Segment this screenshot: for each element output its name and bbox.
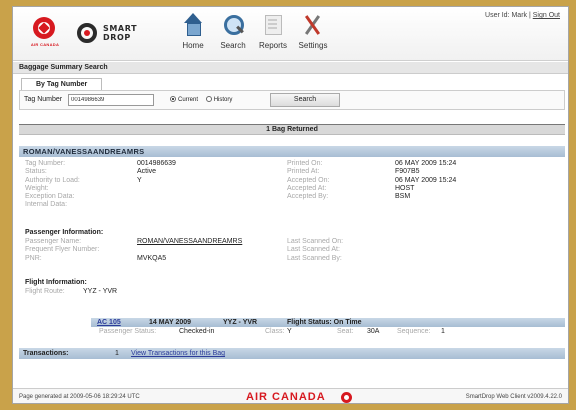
- reports-icon: [261, 13, 285, 37]
- passenger-name-link[interactable]: ROMAN/VANESSAANDREAMRS: [137, 238, 242, 246]
- sign-out-link[interactable]: Sign Out: [533, 12, 560, 19]
- flight-segment-bar: AC 105 14 MAY 2009 YYZ - YVR Flight Stat…: [91, 318, 565, 327]
- footer-brand: AIR CANADA: [246, 391, 326, 403]
- transactions-label: Transactions:: [23, 350, 69, 357]
- air-canada-logo: AIR CANADA: [21, 15, 69, 51]
- flight-number-link[interactable]: AC 105: [97, 318, 121, 327]
- app-window: AIR CANADA SMART DROP Home Search Report…: [12, 6, 569, 404]
- flight-details-row: Passenger Status: Checked-in Class: Y Se…: [99, 328, 445, 335]
- page-title: Baggage Summary Search: [13, 62, 568, 74]
- radio-current[interactable]: Current: [170, 96, 198, 103]
- bag-info-left: Tag Number: 0014986639 Status: Active Auth…: [25, 160, 176, 209]
- transactions-count: 1: [115, 350, 119, 357]
- search-tabs: By Tag Number: [21, 78, 103, 90]
- passenger-info-heading: Passenger Information:: [25, 229, 104, 236]
- nav-settings[interactable]: Settings: [293, 13, 333, 57]
- flight-date: 14 MAY 2009: [149, 319, 192, 326]
- transactions-bar: Transactions: 1 View Transactions for th…: [19, 348, 565, 359]
- flight-route-row: Flight Route: YYZ - YVR: [25, 288, 118, 295]
- tag-number-input[interactable]: [68, 94, 154, 106]
- passenger-info-right: Last Scanned On: Last Scanned At: Last S…: [287, 238, 344, 262]
- settings-icon: [301, 13, 325, 37]
- radio-selected-icon: [170, 96, 176, 102]
- view-transactions-link[interactable]: View Transactions for this Bag: [131, 348, 225, 359]
- radio-unselected-icon: [205, 96, 212, 102]
- results-count-bar: 1 Bag Returned: [19, 124, 565, 135]
- main-nav: Home Search Reports Settings: [173, 13, 333, 57]
- tab-by-tag-number[interactable]: By Tag Number: [21, 78, 103, 90]
- client-version: SmartDrop Web Client v2009.4.22.0: [465, 394, 562, 400]
- user-id-label: User Id: Mark |: [485, 12, 531, 19]
- page-footer: Page generated at 2009-05-06 18:29:24 UT…: [13, 388, 568, 403]
- flight-info-heading: Flight Information:: [25, 279, 87, 286]
- flight-route: YYZ - YVR: [223, 319, 258, 326]
- tag-number-label: Tag Number: [24, 96, 63, 103]
- bag-info-right: Printed On: 06 MAY 2009 15:24 Printed At:…: [287, 160, 457, 201]
- generated-timestamp: Page generated at 2009-05-06 18:29:24 UT…: [19, 394, 140, 400]
- search-form: Tag Number Current History Search: [19, 90, 565, 110]
- smartdrop-ring-icon: [77, 23, 97, 43]
- passenger-info-left: Passenger Name: ROMAN/VANESSAANDREAMRS Fr…: [25, 238, 243, 262]
- user-box: User Id: Mark | Sign Out: [485, 12, 560, 19]
- smartdrop-logo: SMART DROP: [77, 21, 147, 45]
- top-header: AIR CANADA SMART DROP Home Search Report…: [13, 7, 568, 61]
- bag-name-header: ROMAN/VANESSAANDREAMRS: [19, 146, 565, 157]
- maple-leaf-icon: [341, 392, 352, 403]
- mode-radio-group: Current History: [170, 96, 238, 103]
- nav-search[interactable]: Search: [213, 13, 253, 57]
- nav-reports[interactable]: Reports: [253, 13, 293, 57]
- search-icon: [221, 13, 245, 37]
- search-button[interactable]: Search: [270, 93, 340, 107]
- radio-history[interactable]: History: [205, 96, 232, 103]
- nav-home[interactable]: Home: [173, 13, 213, 57]
- home-icon: [181, 13, 205, 37]
- flight-status: Flight Status: On Time: [287, 319, 362, 326]
